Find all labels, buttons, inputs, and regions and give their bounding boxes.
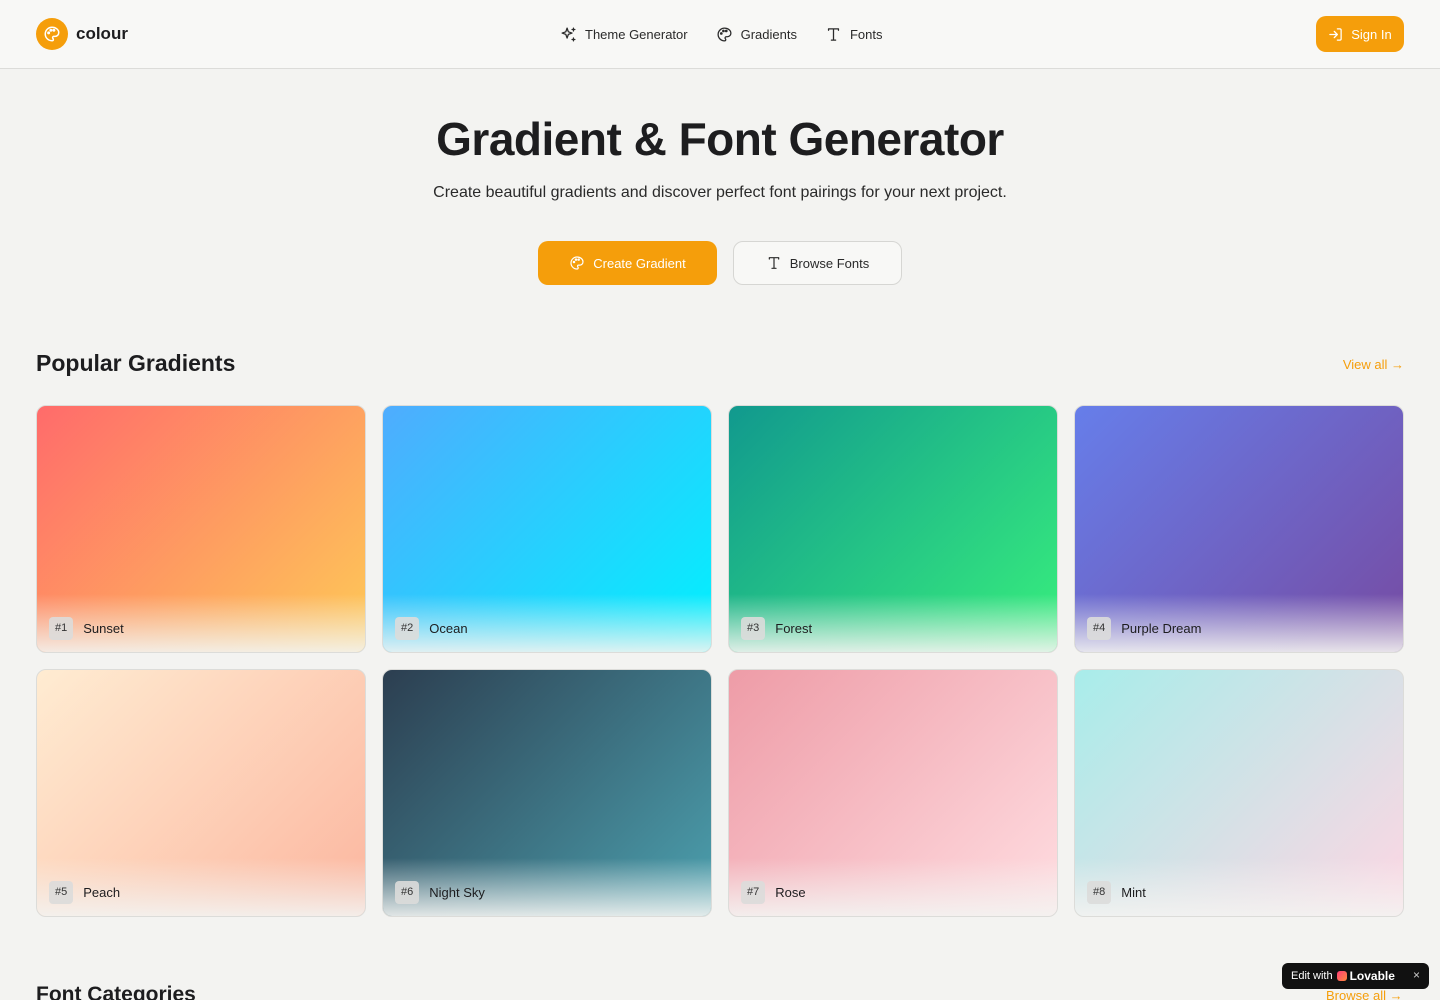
gradient-number: #3 — [741, 617, 766, 640]
nav-label: Theme Generator — [585, 26, 688, 42]
gradient-number: #6 — [395, 881, 420, 904]
badge-prefix: Edit with — [1291, 970, 1333, 982]
browse-all-link[interactable]: Browse all → — [1326, 988, 1403, 1000]
gradient-number: #2 — [395, 617, 420, 640]
palette-icon — [717, 26, 732, 42]
gradient-card[interactable]: #6 Night Sky — [382, 669, 712, 917]
lovable-heart-icon — [1336, 971, 1347, 981]
edit-with-lovable-badge[interactable]: Edit with Lovable × — [1282, 963, 1429, 989]
type-icon — [768, 257, 780, 269]
gradient-number: #7 — [741, 881, 766, 904]
font-categories-heading: Font Categories — [36, 983, 196, 1000]
gradient-name: Mint — [1121, 885, 1146, 900]
top-navbar: colour Theme Generator Gradients Fonts S… — [0, 0, 1440, 69]
gradient-number: #4 — [1087, 617, 1112, 640]
gradient-card[interactable]: #3 Forest — [728, 405, 1058, 653]
gradient-number: #1 — [49, 617, 74, 640]
gradient-card[interactable]: #4 Purple Dream — [1074, 405, 1404, 653]
browse-fonts-label: Browse Fonts — [789, 255, 870, 271]
nav-fonts[interactable]: Fonts — [825, 26, 883, 43]
gradient-name: Sunset — [83, 621, 124, 636]
browse-fonts-button[interactable]: Browse Fonts — [733, 241, 902, 285]
gradient-number: #5 — [49, 881, 74, 904]
close-icon[interactable]: × — [1413, 968, 1420, 982]
type-icon — [827, 27, 840, 41]
badge-brand: Lovable — [1349, 969, 1395, 983]
gradient-name: Purple Dream — [1121, 621, 1202, 636]
log-in-icon — [1329, 27, 1342, 41]
gradient-name: Rose — [775, 885, 806, 900]
nav-gradients[interactable]: Gradients — [716, 26, 797, 43]
page-subtitle: Create beautiful gradients and discover … — [433, 184, 1007, 201]
logo-text: colour — [76, 24, 128, 43]
nav-label: Fonts — [849, 26, 883, 42]
popular-gradients-heading: Popular Gradients — [36, 350, 236, 376]
gradient-card[interactable]: #8 Mint — [1074, 669, 1404, 917]
sign-in-button[interactable]: Sign In — [1316, 16, 1404, 52]
view-all-link[interactable]: View all → — [1340, 357, 1404, 372]
nav-label: Gradients — [740, 26, 797, 42]
main-nav: Theme Generator Gradients Fonts — [560, 22, 911, 46]
gradient-name: Peach — [83, 885, 121, 900]
sparkles-icon — [561, 26, 576, 42]
page-title: Gradient & Font Generator — [436, 113, 1004, 165]
sign-in-label: Sign In — [1351, 26, 1392, 42]
palette-icon — [570, 256, 584, 270]
gradient-name: Forest — [775, 621, 813, 636]
gradient-card[interactable]: #2 Ocean — [382, 405, 712, 653]
create-gradient-button[interactable]: Create Gradient — [538, 241, 717, 285]
logo[interactable]: colour — [36, 18, 128, 50]
palette-logo-icon — [36, 18, 68, 50]
gradient-name: Night Sky — [429, 885, 485, 900]
create-gradient-label: Create Gradient — [593, 255, 686, 271]
gradient-card[interactable]: #7 Rose — [728, 669, 1058, 917]
gradient-number: #8 — [1087, 881, 1112, 904]
gradient-name: Ocean — [429, 621, 468, 636]
gradient-card[interactable]: #1 Sunset — [36, 405, 366, 653]
nav-theme-generator[interactable]: Theme Generator — [560, 26, 688, 43]
gradient-card[interactable]: #5 Peach — [36, 669, 366, 917]
